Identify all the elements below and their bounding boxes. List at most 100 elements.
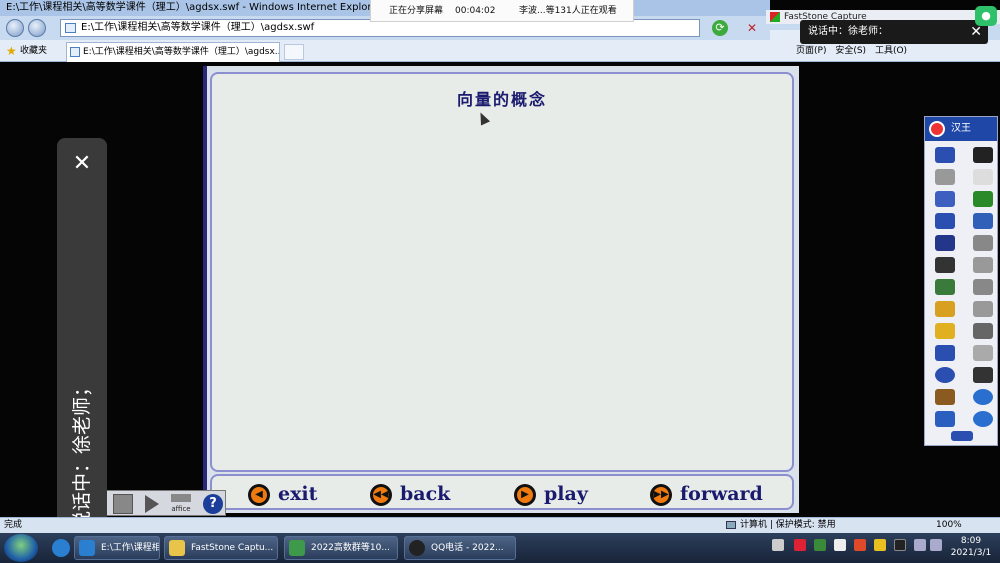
rewind-icon: ◀◀ bbox=[370, 484, 392, 506]
speaking-popup: 说话中：徐老师： ✕ bbox=[800, 20, 988, 44]
slide-nav-bar: ◀ exit ◀◀ back ▶ play ▶▶ forward bbox=[210, 474, 794, 510]
call-overlay: ✕ 说话中：徐老师； bbox=[57, 138, 107, 538]
screen: E:\工作\课程相关\高等数学课件（理工）\agdsx.swf - Window… bbox=[0, 0, 1000, 563]
magnifier-icon[interactable] bbox=[973, 191, 993, 207]
wrench-icon[interactable] bbox=[935, 389, 955, 405]
clock-date: 2021/3/1 bbox=[950, 548, 992, 558]
status-bar: 完成 计算机 | 保护模式: 禁用 100% bbox=[0, 517, 1000, 533]
share-timer: 00:04:02 bbox=[455, 6, 496, 16]
ie-window-icon bbox=[79, 540, 95, 556]
new-tab-button[interactable] bbox=[284, 44, 304, 60]
redo-icon[interactable] bbox=[973, 411, 993, 427]
taskbar-item-group[interactable]: 2022高数群等10... bbox=[284, 536, 398, 560]
cube-icon[interactable] bbox=[935, 301, 955, 317]
exit-arrow-icon: ◀ bbox=[248, 484, 270, 506]
fast-forward-icon: ▶▶ bbox=[650, 484, 672, 506]
security-zone: 计算机 | 保护模式: 禁用 bbox=[726, 518, 836, 533]
folder-window-icon bbox=[169, 540, 185, 556]
shapes-icon[interactable] bbox=[935, 279, 955, 295]
taskbar-item-qq-call[interactable]: QQ电话 - 2022... bbox=[404, 536, 516, 560]
copy-icon[interactable] bbox=[973, 301, 993, 317]
call-close-icon[interactable]: ✕ bbox=[70, 152, 94, 176]
stop-icon[interactable]: ✕ bbox=[744, 20, 760, 36]
share-banner: 正在分享屏幕 00:04:02 李波...等131人正在观看 bbox=[370, 0, 634, 22]
arrow-pointer-icon[interactable] bbox=[973, 147, 993, 163]
call-speaking-text: 说话中：徐老师； bbox=[71, 377, 93, 530]
select-cursor-icon[interactable] bbox=[973, 367, 993, 383]
tray-yellow-icon[interactable] bbox=[874, 539, 886, 551]
paste-icon[interactable] bbox=[973, 345, 993, 361]
exit-label: exit bbox=[278, 483, 318, 505]
clock-time: 8:09 bbox=[960, 536, 982, 546]
page-menu[interactable]: 页面(P) bbox=[796, 42, 826, 60]
taskbar: E:\工作\课程相关... FastStone Captu... 2022高数群… bbox=[0, 533, 1000, 563]
window-icon[interactable] bbox=[973, 257, 993, 273]
scissors-icon[interactable] bbox=[973, 323, 993, 339]
forward-label: forward bbox=[680, 483, 763, 505]
help-icon[interactable]: ? bbox=[203, 494, 223, 514]
play-icon: ▶ bbox=[514, 484, 536, 506]
safety-menu[interactable]: 安全(S) bbox=[835, 42, 866, 60]
ime-icon[interactable] bbox=[834, 539, 846, 551]
video-call-icon[interactable]: ● bbox=[975, 6, 997, 26]
qq-penguin-icon bbox=[409, 540, 425, 556]
share-status: 正在分享屏幕 bbox=[389, 6, 444, 16]
undo-icon[interactable] bbox=[973, 389, 993, 405]
tab-label: E:\工作\课程相关\高等数学课件（理工）\agdsx.... bbox=[83, 47, 280, 57]
tab-page-icon bbox=[70, 47, 80, 57]
clock[interactable]: 8:09 2021/3/1 bbox=[946, 535, 996, 559]
screen-icon[interactable] bbox=[973, 213, 993, 229]
back-label: back bbox=[400, 483, 451, 505]
tools-menu[interactable]: 工具(O) bbox=[875, 42, 907, 60]
forward-nav-button[interactable] bbox=[28, 19, 46, 37]
qq-tray-icon[interactable] bbox=[894, 539, 906, 551]
taskbar-item-ie[interactable]: E:\工作\课程相关... bbox=[74, 536, 160, 560]
highlighter-icon[interactable] bbox=[935, 323, 955, 339]
pen-icon[interactable] bbox=[935, 147, 955, 163]
forward-button[interactable]: ▶▶ forward bbox=[650, 482, 763, 506]
minimize-toolbar-icon[interactable] bbox=[951, 431, 973, 441]
refresh-icon[interactable]: ⟳ bbox=[712, 20, 728, 36]
compass-icon[interactable] bbox=[935, 257, 955, 273]
checker-icon[interactable] bbox=[935, 169, 955, 185]
computer-icon bbox=[726, 521, 736, 529]
print-icon[interactable] bbox=[973, 235, 993, 251]
folder-icon[interactable] bbox=[935, 411, 955, 427]
tray-red-icon[interactable] bbox=[854, 539, 866, 551]
start-button[interactable] bbox=[4, 534, 38, 562]
magnet-icon[interactable] bbox=[935, 345, 955, 361]
speaking-text: 说话中：徐老师： bbox=[808, 26, 888, 37]
shield-icon[interactable] bbox=[814, 539, 826, 551]
tray-app-icon[interactable] bbox=[794, 539, 806, 551]
exit-button[interactable]: ◀ exit bbox=[248, 482, 317, 506]
fill-bucket-icon[interactable] bbox=[935, 213, 955, 229]
drawing-toolbar-header: 汉王 bbox=[925, 117, 997, 141]
volume-icon[interactable] bbox=[930, 539, 942, 551]
drawing-brand: 汉王 bbox=[951, 123, 971, 134]
stop-icon-small[interactable] bbox=[113, 494, 133, 514]
hand-icon[interactable] bbox=[973, 169, 993, 185]
eraser-icon[interactable] bbox=[935, 191, 955, 207]
network-icon[interactable] bbox=[914, 539, 926, 551]
zoom-level[interactable]: 100% bbox=[936, 518, 962, 533]
page-icon bbox=[65, 23, 76, 33]
play-button[interactable]: ▶ play bbox=[514, 482, 588, 506]
affice-icon[interactable]: affice bbox=[171, 494, 191, 514]
play-small-icon[interactable] bbox=[145, 495, 159, 513]
capture-icon[interactable] bbox=[973, 279, 993, 295]
slide-area: 向量的概念 bbox=[210, 72, 794, 472]
keyboard-icon[interactable] bbox=[772, 539, 784, 551]
help-circle-icon[interactable] bbox=[935, 367, 955, 383]
taskbar-item-faststone[interactable]: FastStone Captu... bbox=[164, 536, 278, 560]
line-icon[interactable] bbox=[935, 235, 955, 251]
mouse-cursor-icon bbox=[475, 110, 491, 126]
hanwang-logo-icon bbox=[929, 121, 945, 137]
favorites-button[interactable]: ★ 收藏夹 bbox=[6, 43, 47, 59]
tab-active[interactable]: E:\工作\课程相关\高等数学课件（理工）\agdsx.... bbox=[66, 42, 280, 62]
slide-title: 向量的概念 bbox=[456, 90, 547, 109]
ie-icon[interactable] bbox=[52, 539, 70, 557]
back-button[interactable]: ◀◀ back bbox=[370, 482, 450, 506]
back-nav-button[interactable] bbox=[6, 19, 24, 37]
faststone-logo-icon bbox=[770, 12, 780, 22]
flash-player-toolbar: affice ? bbox=[106, 490, 226, 516]
